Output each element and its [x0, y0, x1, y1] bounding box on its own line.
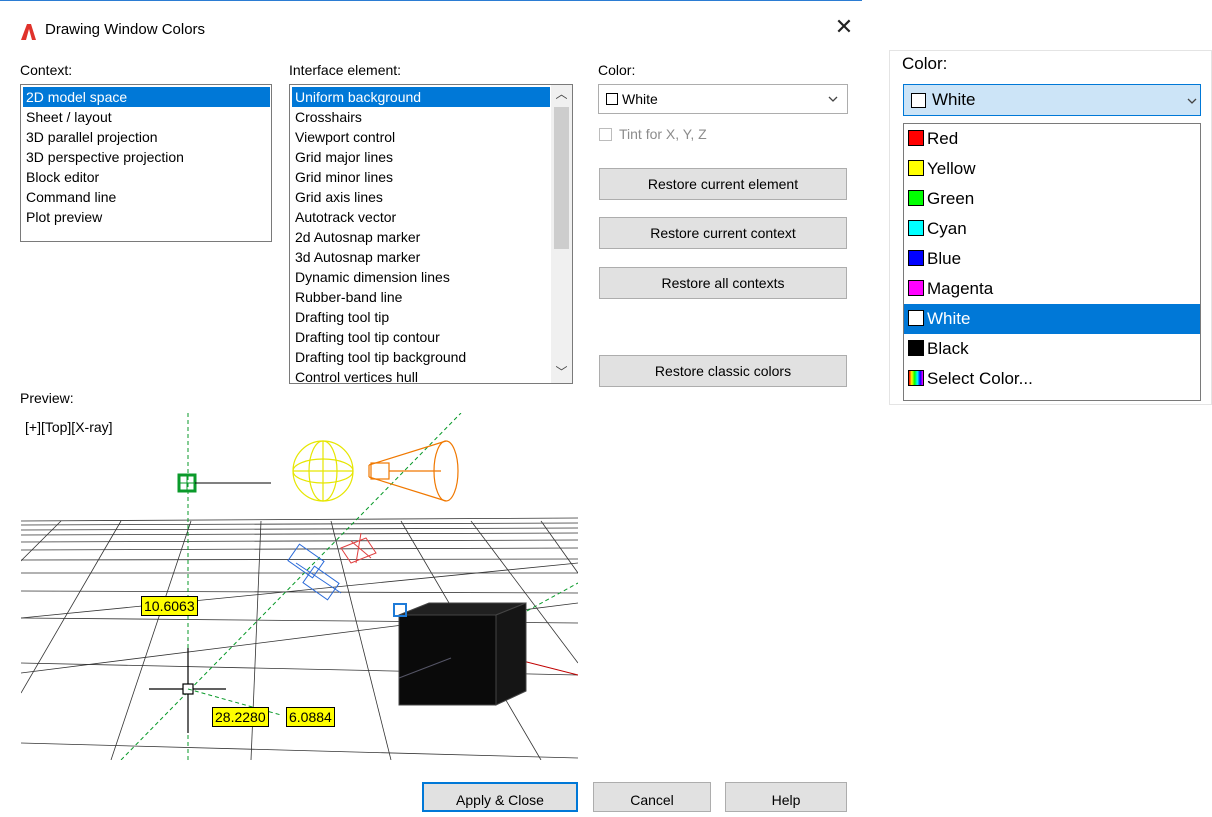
color-option-select-color[interactable]: Select Color...	[904, 364, 1200, 394]
interface-element-item-dynamic-dimension-lines[interactable]: Dynamic dimension lines	[292, 267, 550, 287]
interface-element-item-autotrack-vector[interactable]: Autotrack vector	[292, 207, 550, 227]
apply-close-button[interactable]: Apply & Close	[422, 782, 578, 812]
interface-element-item-uniform-background[interactable]: Uniform background	[292, 87, 550, 107]
preview-label: Preview:	[20, 390, 74, 406]
chevron-down-icon	[828, 96, 838, 102]
scroll-up-icon[interactable]: ︿	[551, 85, 572, 103]
color-option-label: Magenta	[927, 279, 994, 298]
color-option-label: Cyan	[927, 219, 967, 238]
preview-canvas: [+][Top][X-ray] 10.6063 28.2280 6.0884	[21, 413, 578, 760]
color-option-label: White	[927, 309, 971, 328]
color-option-label: Select Color...	[927, 369, 1033, 388]
blue-swatch-icon	[908, 250, 924, 266]
context-item-command-line[interactable]: Command line	[23, 187, 270, 207]
color-option-label: Blue	[927, 249, 962, 268]
restore-current-context-button[interactable]: Restore current context	[599, 217, 847, 249]
color-label: Color:	[598, 62, 636, 78]
tint-label: Tint for X, Y, Z	[619, 126, 707, 142]
tint-checkbox[interactable]	[599, 128, 612, 141]
interface-element-listbox[interactable]: Uniform background Crosshairs Viewport con…	[289, 84, 573, 384]
yellow-swatch-icon	[908, 160, 924, 176]
black-swatch-icon	[908, 340, 924, 356]
interface-element-item-crosshairs[interactable]: Crosshairs	[292, 107, 550, 127]
black-cube	[398, 602, 527, 706]
color-option-label: Yellow	[927, 159, 976, 178]
dropdown-select-value: White	[932, 90, 976, 109]
dropdown-color-select[interactable]: White	[903, 84, 1201, 116]
context-item-2d-model-space[interactable]: 2D model space	[23, 87, 270, 107]
titlebar-border	[0, 0, 862, 1]
interface-element-item-control-vertices-hull[interactable]: Control vertices hull	[292, 367, 550, 383]
color-option-blue[interactable]: Blue	[904, 244, 1200, 274]
interface-element-item-2d-autosnap-marker[interactable]: 2d Autosnap marker	[292, 227, 550, 247]
interface-element-item-grid-axis-lines[interactable]: Grid axis lines	[292, 187, 550, 207]
white-swatch-icon	[911, 93, 926, 108]
context-item-3d-parallel-projection[interactable]: 3D parallel projection	[23, 127, 270, 147]
context-listbox[interactable]: 2D model space Sheet / layout 3D parallel …	[20, 84, 272, 242]
color-select-value: White	[622, 91, 658, 107]
context-item-plot-preview[interactable]: Plot preview	[23, 207, 270, 227]
restore-all-contexts-button[interactable]: Restore all contexts	[599, 267, 847, 299]
color-option-red[interactable]: Red	[904, 124, 1200, 154]
autocad-logo-icon	[21, 24, 36, 40]
restore-current-element-button[interactable]: Restore current element	[599, 168, 847, 200]
viewport-label: [+][Top][X-ray]	[25, 419, 113, 435]
interface-element-label: Interface element:	[289, 62, 402, 78]
context-item-block-editor[interactable]: Block editor	[23, 167, 270, 187]
color-select[interactable]: White	[598, 84, 848, 114]
context-label: Context:	[20, 62, 73, 78]
chevron-down-icon	[1187, 98, 1197, 104]
magenta-swatch-icon	[908, 280, 924, 296]
white-swatch-icon	[606, 93, 618, 105]
dropdown-list[interactable]: Red Yellow Green Cyan Blue Magenta White Black S…	[903, 123, 1201, 401]
help-button[interactable]: Help	[725, 782, 847, 812]
point-light-icon	[340, 532, 377, 564]
color-option-cyan[interactable]: Cyan	[904, 214, 1200, 244]
dropdown-panel: Color: White Red Yellow Green Cyan Blue Magen…	[889, 50, 1212, 405]
color-option-label: Red	[927, 129, 959, 148]
green-swatch-icon	[908, 190, 924, 206]
context-item-3d-perspective-projection[interactable]: 3D perspective projection	[23, 147, 270, 167]
color-option-magenta[interactable]: Magenta	[904, 274, 1200, 304]
interface-element-item-grid-minor-lines[interactable]: Grid minor lines	[292, 167, 550, 187]
red-swatch-icon	[908, 130, 924, 146]
interface-element-item-drafting-tool-tip[interactable]: Drafting tool tip	[292, 307, 550, 327]
cancel-button[interactable]: Cancel	[593, 782, 711, 812]
camera-icon	[287, 543, 342, 601]
cyan-swatch-icon	[908, 220, 924, 236]
context-item-sheet-layout[interactable]: Sheet / layout	[23, 107, 270, 127]
color-spectrum-icon	[908, 370, 924, 386]
dimension-tooltip: 10.6063	[141, 596, 198, 616]
dropdown-color-label: Color:	[902, 54, 948, 73]
color-option-label: Black	[927, 339, 969, 358]
spotlight-icon	[368, 440, 459, 502]
color-option-yellow[interactable]: Yellow	[904, 154, 1200, 184]
restore-classic-colors-button[interactable]: Restore classic colors	[599, 355, 847, 387]
dialog-title: Drawing Window Colors	[45, 21, 206, 38]
scrollbar-thumb[interactable]	[554, 107, 569, 249]
interface-element-item-drafting-tool-tip-background[interactable]: Drafting tool tip background	[292, 347, 550, 367]
scroll-down-icon[interactable]: ﹀	[551, 363, 572, 381]
interface-element-scrollbar[interactable]: ︿ ﹀	[551, 85, 572, 383]
interface-element-item-3d-autosnap-marker[interactable]: 3d Autosnap marker	[292, 247, 550, 267]
dimension-tooltip-y: 6.0884	[286, 707, 335, 727]
interface-element-item-grid-major-lines[interactable]: Grid major lines	[292, 147, 550, 167]
sphere-light-icon	[292, 440, 354, 502]
dimension-tooltip-x: 28.2280	[212, 707, 269, 727]
color-option-black[interactable]: Black	[904, 334, 1200, 364]
interface-element-item-viewport-control[interactable]: Viewport control	[292, 127, 550, 147]
interface-element-item-drafting-tool-tip-contour[interactable]: Drafting tool tip contour	[292, 327, 550, 347]
white-swatch-icon	[908, 310, 924, 326]
color-option-label: Green	[927, 189, 975, 208]
color-option-green[interactable]: Green	[904, 184, 1200, 214]
interface-element-item-rubber-band-line[interactable]: Rubber-band line	[292, 287, 550, 307]
close-button[interactable]: ✕	[832, 14, 856, 40]
color-option-white[interactable]: White	[904, 304, 1200, 334]
